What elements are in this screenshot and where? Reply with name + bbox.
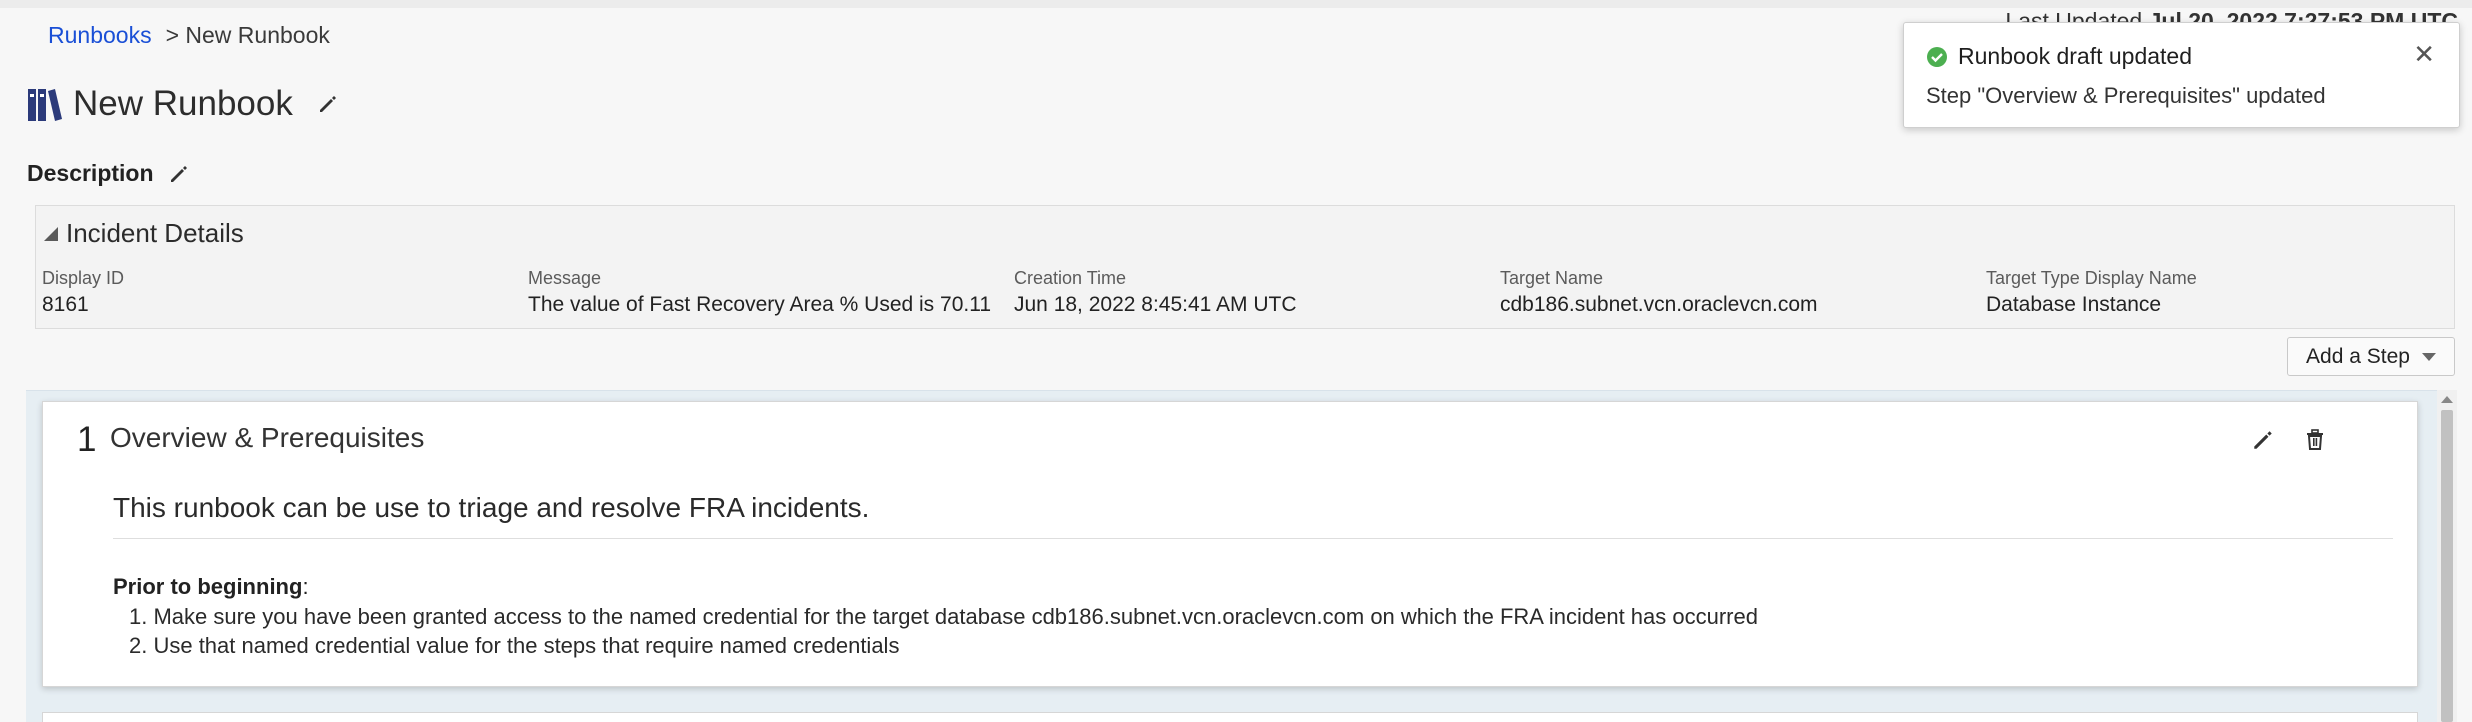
field-target-type: Target Type Display Name Database Instan…: [1986, 268, 2472, 317]
incident-details-toggle[interactable]: Incident Details: [44, 218, 244, 249]
toast-message: Step "Overview & Prerequisites" updated: [1926, 83, 2326, 108]
close-icon[interactable]: ✕: [2413, 41, 2435, 67]
field-display-id: Display ID 8161: [42, 268, 528, 317]
add-step-label: Add a Step: [2306, 344, 2410, 368]
field-value: 8161: [42, 293, 89, 316]
field-value: Database Instance: [1986, 293, 2162, 316]
step-number: 1: [77, 420, 97, 459]
field-target-name: Target Name cdb186.subnet.vcn.oraclevcn.…: [1500, 268, 1986, 317]
description-row: Description: [27, 160, 190, 187]
edit-step-pencil-icon[interactable]: [2251, 428, 2275, 452]
runbook-book-icon: [27, 85, 63, 123]
scroll-thumb[interactable]: [2441, 410, 2453, 722]
edit-title-pencil-icon[interactable]: [317, 93, 339, 115]
breadcrumb: Runbooks > New Runbook: [48, 22, 330, 49]
breadcrumb-runbooks-link[interactable]: Runbooks: [48, 22, 152, 49]
field-message: Message The value of Fast Recovery Area …: [528, 268, 1014, 317]
check-circle-icon: [1926, 46, 1948, 68]
breadcrumb-current: > New Runbook: [165, 22, 330, 48]
prior-colon: :: [302, 574, 309, 599]
page-title: New Runbook: [73, 84, 293, 123]
field-value: cdb186.subnet.vcn.oraclevcn.com: [1500, 293, 1818, 316]
field-creation-time: Creation Time Jun 18, 2022 8:45:41 AM UT…: [1014, 268, 1500, 317]
field-label: Display ID: [42, 268, 125, 288]
top-strip: [0, 0, 2472, 8]
prior-label: Prior to beginning: [113, 574, 303, 599]
toast-notification: Runbook draft updated ✕ Step "Overview &…: [1903, 22, 2460, 128]
delete-step-trash-icon[interactable]: [2303, 428, 2327, 452]
next-step-card: [42, 712, 2418, 722]
toast-title: Runbook draft updated: [1958, 43, 2193, 69]
prerequisite-list: 1. Make sure you have been granted acces…: [129, 602, 1758, 660]
field-value: Jun 18, 2022 8:45:41 AM UTC: [1014, 293, 1297, 316]
title-row: New Runbook: [27, 84, 339, 124]
field-label: Target Name: [1500, 268, 1604, 288]
prior-to-beginning: Prior to beginning:: [113, 574, 309, 600]
divider: [113, 538, 2393, 539]
incident-details-panel: Incident Details Display ID 8161 Message…: [35, 205, 2455, 329]
description-label: Description: [27, 160, 154, 186]
step-card: 1 Overview & Prerequisites This runbook …: [42, 401, 2418, 687]
collapse-triangle-icon: [44, 226, 58, 241]
field-label: Creation Time: [1014, 268, 1127, 288]
incident-fields: Display ID 8161 Message The value of Fas…: [42, 268, 2472, 317]
field-label: Message: [528, 268, 602, 288]
list-item: 2. Use that named credential value for t…: [129, 633, 900, 658]
step-actions: [2251, 428, 2327, 452]
step-description: This runbook can be use to triage and re…: [113, 492, 870, 523]
edit-description-pencil-icon[interactable]: [168, 163, 190, 185]
list-item: 1. Make sure you have been granted acces…: [129, 604, 1758, 629]
steps-scrollbar[interactable]: [2437, 390, 2457, 722]
incident-details-title: Incident Details: [66, 218, 244, 248]
dropdown-caret-icon: [2421, 352, 2436, 361]
field-label: Target Type Display Name: [1986, 268, 2197, 288]
field-value: The value of Fast Recovery Area % Used i…: [528, 293, 992, 316]
toast-header: Runbook draft updated: [1926, 43, 2192, 70]
scroll-up-arrow-icon[interactable]: [2441, 396, 2453, 403]
add-step-button[interactable]: Add a Step: [2287, 337, 2455, 376]
step-title: Overview & Prerequisites: [110, 422, 425, 453]
